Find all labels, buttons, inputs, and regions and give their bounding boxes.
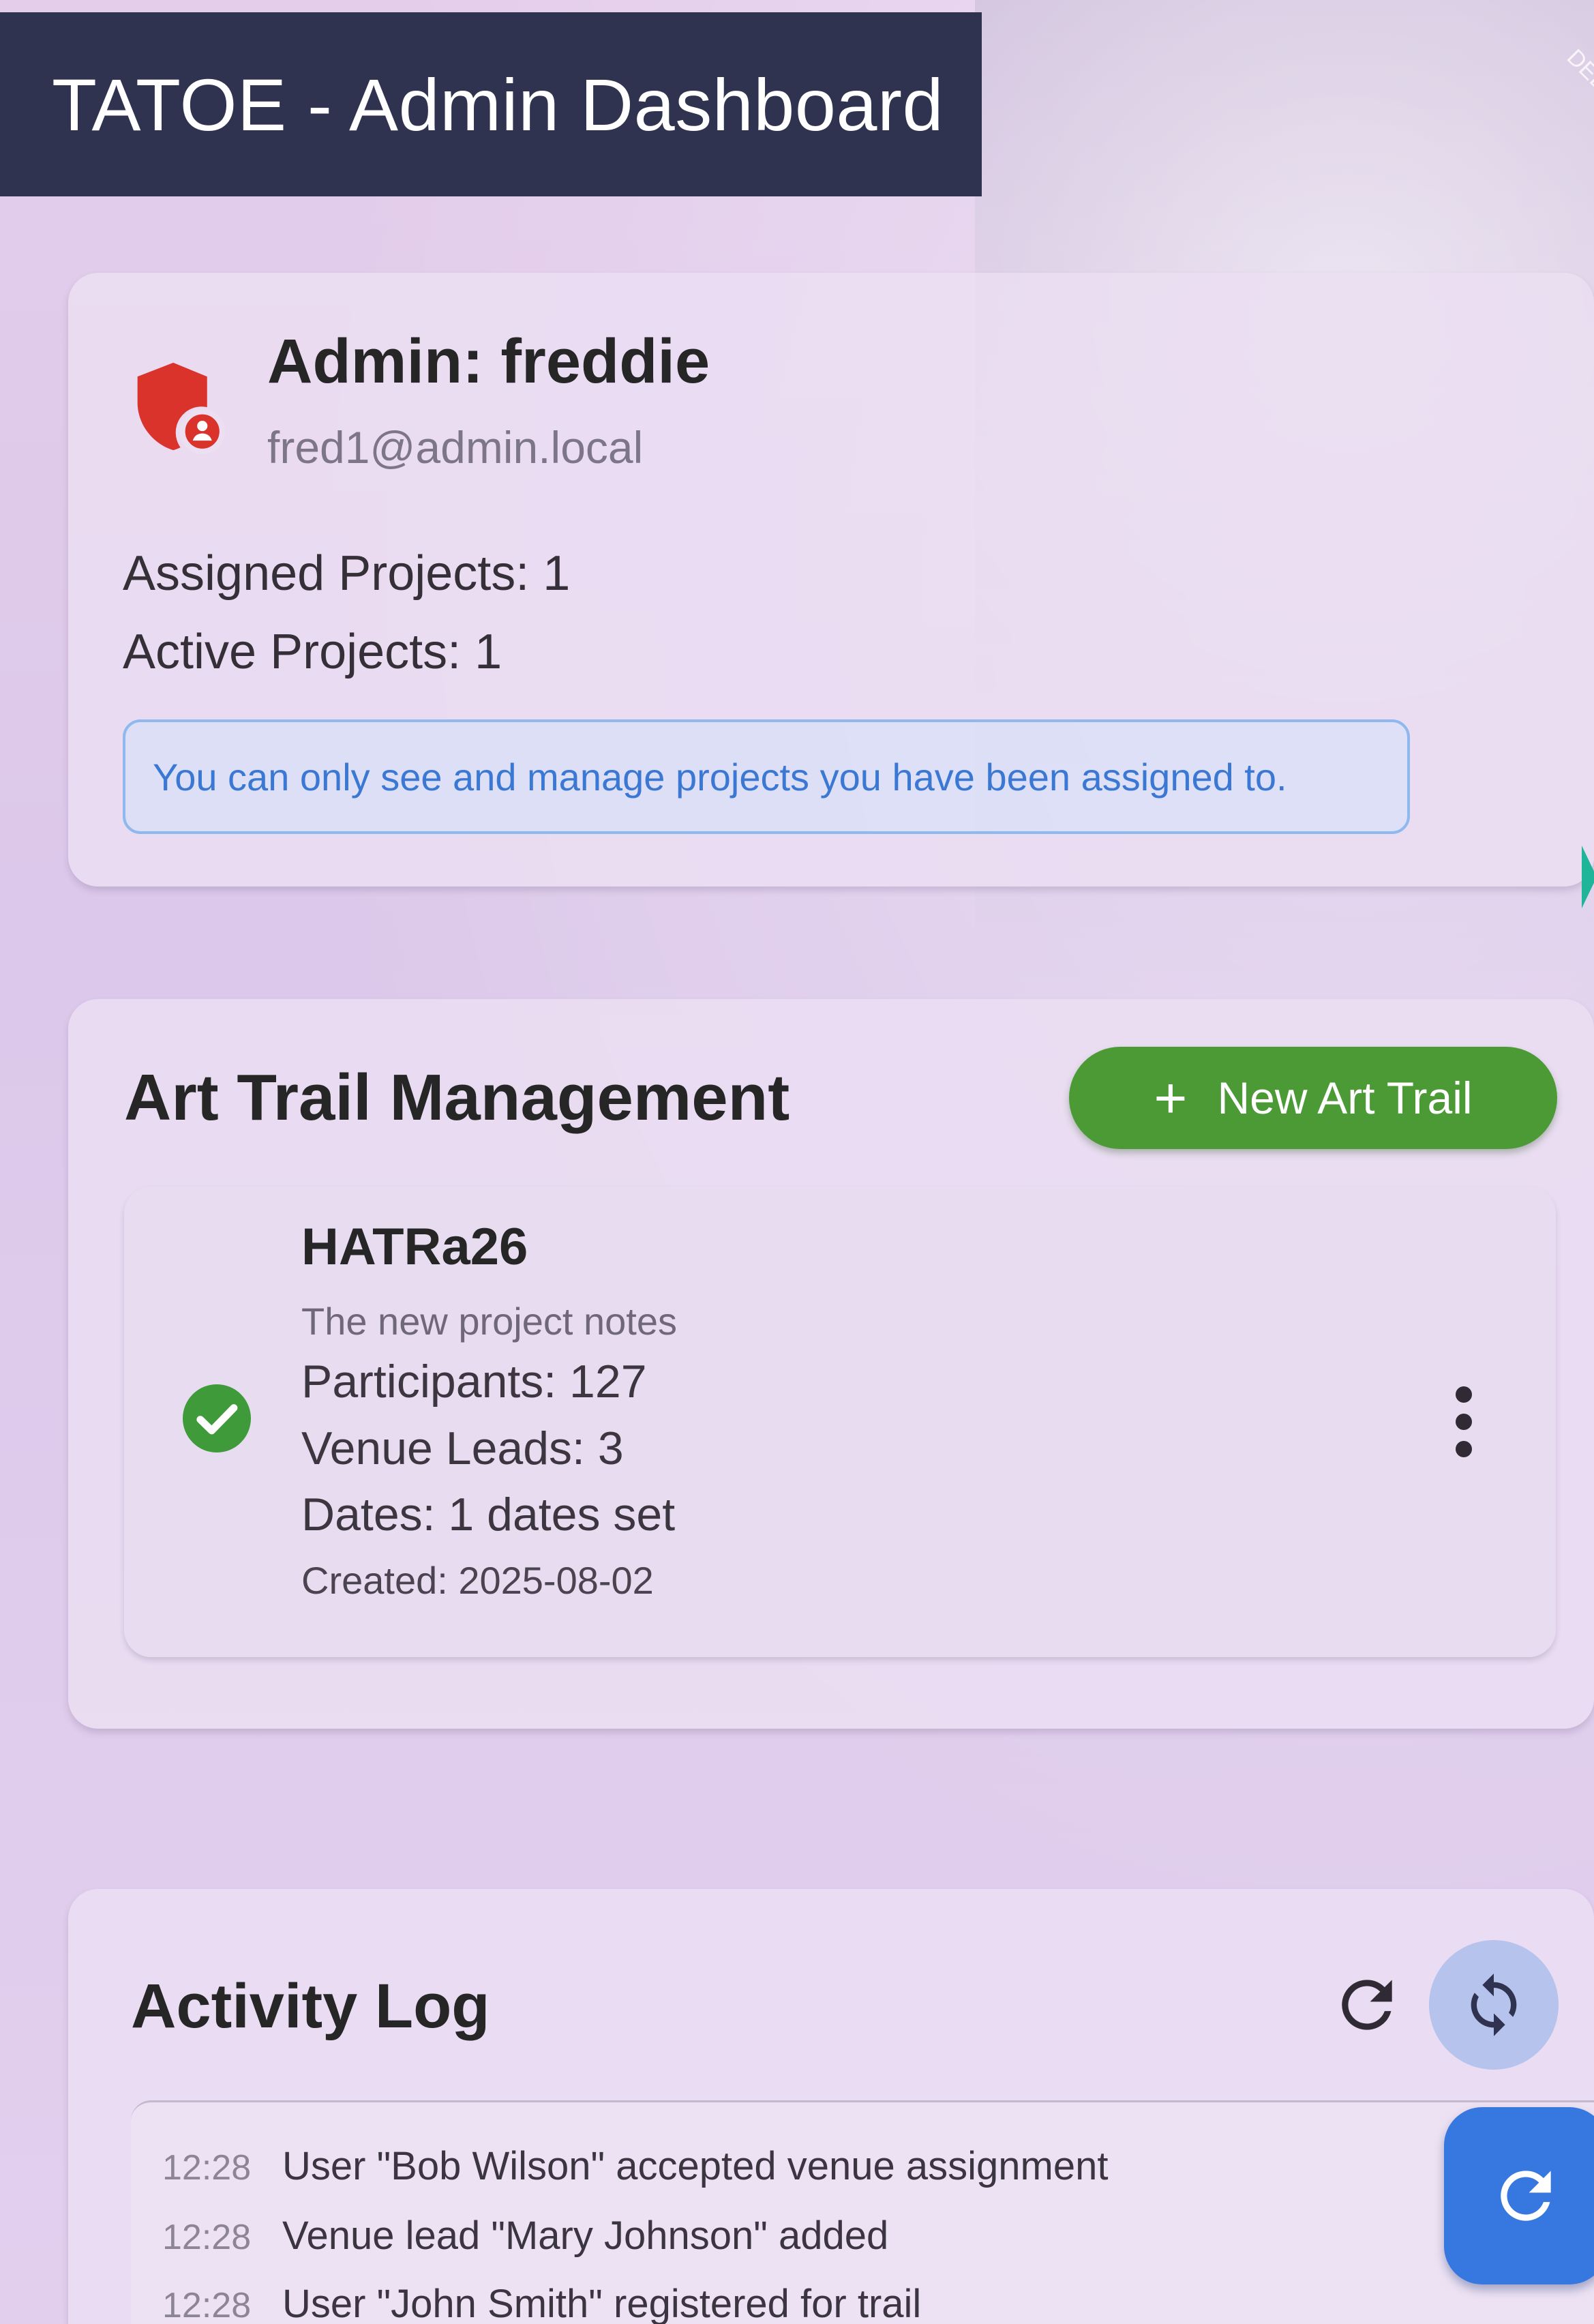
new-art-trail-button[interactable]: + New Art Trail [1069,1047,1557,1149]
admin-name: Admin: freddie [267,327,710,396]
screen: TATOE - Admin Dashboard DEB Admin: fredd… [0,0,1594,2324]
project-participants: Participants: 127 [301,1356,647,1407]
project-notes: The new project notes [301,1300,677,1343]
log-time: 12:28 [162,2148,252,2188]
log-text: User "John Smith" registered for trail [282,2282,922,2324]
app-bar: TATOE - Admin Dashboard [0,12,982,196]
active-projects: Active Projects: 1 [123,625,502,679]
log-text: User "Bob Wilson" accepted venue assignm… [282,2144,1109,2188]
log-text: Venue lead "Mary Johnson" added [282,2214,889,2258]
refresh-icon[interactable] [1329,1967,1404,2042]
sync-button[interactable] [1429,1940,1559,2070]
log-entry: 12:28 Venue lead "Mary Johnson" added [162,2213,888,2259]
art-trail-card: Art Trail Management + New Art Trail HAT… [68,999,1594,1729]
art-trail-title: Art Trail Management [124,1061,790,1134]
project-list-item[interactable]: HATRa26 The new project notes Participan… [124,1187,1556,1657]
project-venue-leads: Venue Leads: 3 [301,1422,624,1474]
project-name: HATRa26 [301,1218,528,1276]
project-created: Created: 2025-08-02 [301,1559,654,1602]
admin-card: Admin: freddie fred1@admin.local Assigne… [68,273,1594,887]
check-circle-icon [183,1384,251,1452]
log-entry: 12:28 User "Bob Wilson" accepted venue a… [162,2143,1108,2189]
admin-shield-icon [137,362,225,454]
project-dates: Dates: 1 dates set [301,1489,676,1540]
new-art-trail-label: New Art Trail [1217,1073,1473,1123]
app-title: TATOE - Admin Dashboard [52,63,944,146]
activity-log-list: 12:28 User "Bob Wilson" accepted venue a… [131,2100,1594,2324]
refresh-fab[interactable] [1444,2107,1594,2284]
log-entry: 12:28 User "John Smith" registered for t… [162,2281,921,2324]
log-time: 12:28 [162,2218,252,2257]
plus-icon: + [1154,1066,1188,1130]
activity-log-title: Activity Log [131,1971,490,2041]
admin-email: fred1@admin.local [267,422,644,473]
refresh-icon [1501,2171,1551,2221]
edge-handle[interactable] [1582,846,1594,908]
activity-log-card: Activity Log 12:28 User "Bob Wilson" acc… [68,1889,1594,2324]
sync-icon [1471,1973,1517,2036]
assigned-projects: Assigned Projects: 1 [123,546,571,601]
info-banner-text: You can only see and manage projects you… [153,755,1287,799]
more-vert-icon[interactable] [1447,1384,1481,1459]
log-time: 12:28 [162,2286,252,2324]
info-banner: You can only see and manage projects you… [123,719,1410,834]
